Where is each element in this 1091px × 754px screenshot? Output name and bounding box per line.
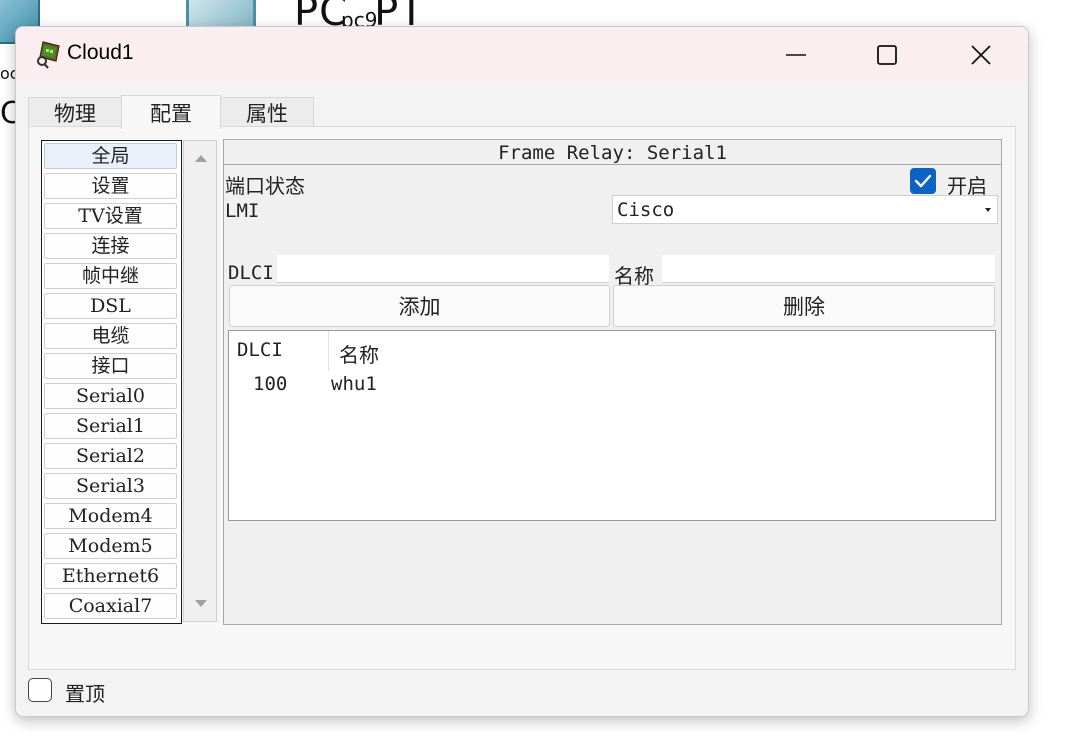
- dlci-input[interactable]: [277, 255, 609, 283]
- sidebar-item-global[interactable]: 全局: [44, 143, 177, 169]
- maximize-icon: [877, 45, 897, 65]
- table-header-dlci[interactable]: DLCI: [237, 339, 283, 361]
- sidebar-item-interface[interactable]: 接口: [44, 353, 177, 379]
- name-input[interactable]: [662, 255, 995, 283]
- minimize-button[interactable]: [749, 27, 843, 83]
- title-bar[interactable]: Cloud1: [16, 27, 1028, 83]
- cloud-config-window: Cloud1 物理 配置 属性 全局 设置 TV设置 连接 帧中继 DSL 电缆…: [15, 26, 1029, 717]
- sidebar-item-modem4[interactable]: Modem4: [44, 503, 177, 529]
- dlci-label: DLCI: [228, 262, 274, 284]
- sidebar-item-frame-relay[interactable]: 帧中继: [44, 263, 177, 289]
- sidebar-scrollbar[interactable]: [183, 140, 217, 622]
- table-cell-dlci[interactable]: 100: [253, 373, 287, 395]
- close-icon: [971, 45, 991, 65]
- delete-button[interactable]: 删除: [613, 285, 995, 327]
- frame-relay-panel: Frame Relay: Serial1 端口状态 开启 LMI Cisco D…: [223, 139, 1002, 625]
- window-title: Cloud1: [67, 41, 134, 64]
- config-sidebar-list: 全局 设置 TV设置 连接 帧中继 DSL 电缆 接口 Serial0 Seri…: [41, 140, 182, 624]
- table-header-name[interactable]: 名称: [339, 339, 379, 368]
- checkmark-icon: [914, 174, 932, 188]
- sidebar-item-tv-settings[interactable]: TV设置: [44, 203, 177, 229]
- port-on-checkbox[interactable]: [910, 168, 936, 194]
- scroll-up-icon[interactable]: [195, 155, 207, 162]
- port-status-label: 端口状态: [225, 174, 305, 198]
- tab-physical[interactable]: 物理: [28, 97, 122, 128]
- sidebar-item-settings[interactable]: 设置: [44, 173, 177, 199]
- sidebar-item-serial0[interactable]: Serial0: [44, 383, 177, 409]
- dropdown-caret-icon: [985, 208, 991, 212]
- tab-config[interactable]: 配置: [121, 95, 221, 129]
- panel-title: Frame Relay: Serial1: [224, 140, 1001, 165]
- sidebar-item-serial3[interactable]: Serial3: [44, 473, 177, 499]
- sidebar-item-connections[interactable]: 连接: [44, 233, 177, 259]
- dlci-table: DLCI 名称 100 whu1: [228, 330, 996, 521]
- sidebar-item-coaxial7[interactable]: Coaxial7: [44, 593, 177, 619]
- maximize-button[interactable]: [840, 27, 934, 83]
- close-button[interactable]: [934, 27, 1028, 83]
- sidebar-item-modem5[interactable]: Modem5: [44, 533, 177, 559]
- always-on-top-label: 置顶: [65, 682, 105, 706]
- sidebar-item-serial2[interactable]: Serial2: [44, 443, 177, 469]
- lmi-select[interactable]: Cisco: [612, 195, 998, 224]
- minimize-icon: [786, 54, 806, 56]
- sidebar-item-cable[interactable]: 电缆: [44, 323, 177, 349]
- sidebar-item-ethernet6[interactable]: Ethernet6: [44, 563, 177, 589]
- cloud-device-icon: [37, 41, 60, 69]
- sidebar-item-dsl[interactable]: DSL: [44, 293, 177, 319]
- add-button[interactable]: 添加: [229, 285, 610, 327]
- sidebar-item-serial1[interactable]: Serial1: [44, 413, 177, 439]
- tab-content: 全局 设置 TV设置 连接 帧中继 DSL 电缆 接口 Serial0 Seri…: [28, 126, 1016, 670]
- always-on-top-checkbox[interactable]: [28, 678, 52, 702]
- lmi-label: LMI: [225, 200, 260, 222]
- table-cell-name[interactable]: whu1: [331, 373, 377, 395]
- tab-attributes[interactable]: 属性: [220, 97, 314, 128]
- column-divider[interactable]: [328, 331, 329, 371]
- lmi-select-value: Cisco: [617, 199, 675, 221]
- scroll-down-icon[interactable]: [195, 600, 207, 607]
